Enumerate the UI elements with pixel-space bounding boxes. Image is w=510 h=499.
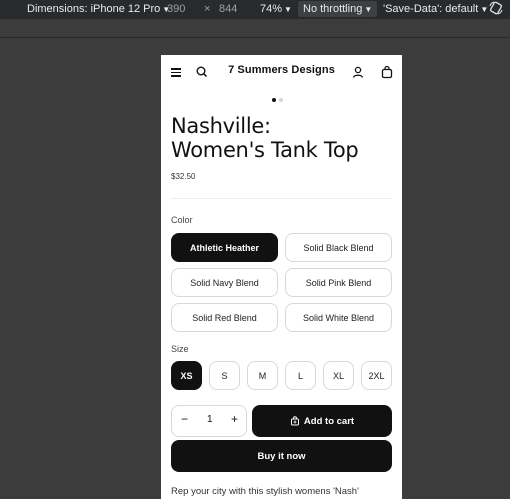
- caret-icon: ▼: [364, 5, 373, 14]
- user-icon[interactable]: [351, 65, 365, 79]
- throttling-label: No throttling: [303, 3, 363, 15]
- product-title: Nashville: Women's Tank Top: [171, 114, 359, 162]
- decrease-quantity-button[interactable]: −: [181, 412, 188, 426]
- size-option-m[interactable]: M: [247, 361, 278, 390]
- color-option-solid-white-blend[interactable]: Solid White Blend: [285, 303, 392, 332]
- quantity-value[interactable]: 1: [207, 414, 213, 425]
- device-label: Dimensions: iPhone 12 Pro: [27, 3, 161, 15]
- title-line-2: Women's Tank Top: [171, 138, 359, 162]
- color-option-solid-navy-blend[interactable]: Solid Navy Blend: [171, 268, 278, 297]
- size-option-s[interactable]: S: [209, 361, 240, 390]
- save-data-select[interactable]: 'Save-Data': default ▼: [383, 3, 488, 15]
- size-option-xs[interactable]: XS: [171, 361, 202, 390]
- devtools-toolbar: Dimensions: iPhone 12 Pro ▼ 390 × 844 74%…: [0, 0, 510, 19]
- caret-icon: ▼: [480, 5, 489, 14]
- site-header: 7 Summers Designs: [161, 55, 402, 87]
- color-option-athletic-heather[interactable]: Athletic Heather: [171, 233, 278, 262]
- divider: [0, 37, 510, 38]
- divider: [171, 198, 392, 199]
- color-option-solid-black-blend[interactable]: Solid Black Blend: [285, 233, 392, 262]
- title-line-1: Nashville:: [171, 114, 271, 138]
- times-sign: ×: [204, 3, 211, 15]
- add-to-cart-button[interactable]: Add to cart: [252, 405, 392, 437]
- bag-icon[interactable]: [380, 65, 394, 79]
- brand-logo[interactable]: 7 Summers Designs: [161, 64, 402, 76]
- size-option-2xl[interactable]: 2XL: [361, 361, 392, 390]
- increase-quantity-button[interactable]: +: [231, 412, 238, 426]
- product-description: Rep your city with this stylish womens '…: [171, 486, 359, 497]
- caret-icon: ▼: [284, 5, 292, 14]
- zoom-select[interactable]: 74% ▼: [260, 3, 292, 15]
- width-input[interactable]: 390: [167, 3, 185, 15]
- carousel-dot[interactable]: [279, 98, 283, 102]
- carousel-dots[interactable]: [272, 89, 286, 107]
- product-price: $32.50: [171, 172, 196, 181]
- buy-now-button[interactable]: Buy it now: [171, 440, 392, 472]
- rotate-icon[interactable]: [489, 1, 503, 18]
- color-label: Color: [171, 215, 193, 225]
- throttling-select[interactable]: No throttling ▼: [298, 1, 378, 17]
- device-select[interactable]: Dimensions: iPhone 12 Pro ▼: [27, 3, 170, 15]
- size-option-l[interactable]: L: [285, 361, 316, 390]
- size-label: Size: [171, 344, 189, 354]
- cart-icon: [290, 416, 300, 426]
- color-option-solid-pink-blend[interactable]: Solid Pink Blend: [285, 268, 392, 297]
- size-option-xl[interactable]: XL: [323, 361, 354, 390]
- phone-viewport: 7 Summers Designs Nashville: Women's Tan…: [161, 55, 402, 499]
- add-to-cart-label: Add to cart: [303, 415, 355, 427]
- quantity-stepper: − 1 +: [171, 405, 247, 437]
- color-option-solid-red-blend[interactable]: Solid Red Blend: [171, 303, 278, 332]
- height-input[interactable]: 844: [219, 3, 237, 15]
- zoom-label: 74%: [260, 3, 283, 15]
- save-data-label: 'Save-Data': default: [383, 3, 479, 15]
- carousel-dot-active[interactable]: [272, 98, 276, 102]
